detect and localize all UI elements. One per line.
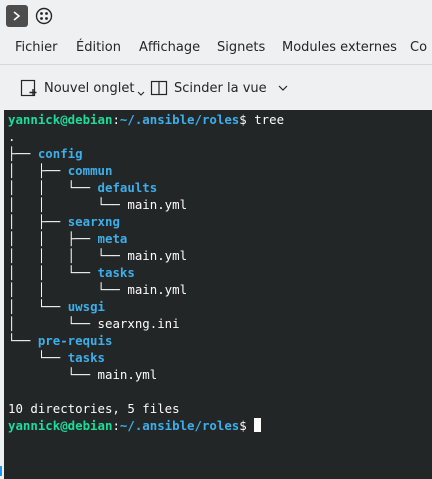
menu-overflow[interactable]: Co [410, 40, 427, 55]
tree-line: │ └── searxng.ini [8, 316, 180, 331]
title-bar [0, 0, 432, 32]
new-tab-icon [20, 79, 37, 97]
tree-summary: 10 directories, 5 files [8, 401, 180, 416]
prompt-user-host: yannick@debian [8, 112, 113, 127]
tree-line: └── pre-requis [8, 333, 113, 348]
tree-line: │ │ └── tasks [8, 265, 135, 280]
menu-file[interactable]: Fichier [15, 40, 58, 55]
prompt-line: yannick@debian:~/.ansible/roles$ tree [8, 112, 285, 127]
new-tab-button[interactable]: Nouvel onglet [20, 75, 151, 101]
chevron-down-icon [137, 91, 144, 96]
split-view-button[interactable]: Scinder la vue [150, 75, 295, 101]
tree-line: . [8, 129, 16, 144]
tree-line: └── tasks [8, 350, 105, 365]
command-text: tree [254, 112, 285, 127]
menu-bookmarks[interactable]: Signets [217, 40, 265, 55]
new-tab-label: Nouvel onglet [44, 80, 135, 96]
prompt-path: ~/.ansible/roles [119, 112, 240, 127]
split-view-icon [150, 80, 168, 96]
tree-line: │ │ ├── meta [8, 231, 128, 246]
text-cursor [254, 418, 262, 432]
tree-line: │ │ │ └── main.yml [8, 248, 188, 263]
tree-line: └── main.yml [8, 367, 158, 382]
tree-line: ├── config [8, 146, 83, 161]
tree-line: │ └── uwsgi [8, 299, 105, 314]
scroll-marker [0, 466, 2, 476]
terminal-view[interactable]: yannick@debian:~/.ansible/roles$ tree . … [4, 110, 432, 479]
chevron-down-icon [278, 85, 288, 91]
prompt-suffix: $ [239, 418, 255, 433]
menu-bar: Fichier Édition Affichage Signets Module… [0, 36, 432, 62]
menu-plugins[interactable]: Modules externes [282, 40, 397, 55]
prompt-user-host: yannick@debian [8, 418, 113, 433]
prompt-path: ~/.ansible/roles [119, 418, 240, 433]
terminal-icon[interactable] [6, 5, 28, 27]
tree-line: │ ├── searxng [8, 214, 120, 229]
prompt-suffix: $ [239, 112, 255, 127]
menu-edit[interactable]: Édition [76, 40, 121, 55]
app-menu-icon[interactable] [33, 5, 55, 27]
tree-line: │ │ └── main.yml [8, 282, 188, 297]
toolbar: Nouvel onglet Scinder la vue [0, 64, 432, 109]
tree-line: │ │ └── defaults [8, 180, 158, 195]
tree-line: │ ├── commun [8, 163, 113, 178]
prompt-line: yannick@debian:~/.ansible/roles$ [8, 417, 262, 434]
menu-view[interactable]: Affichage [139, 40, 200, 55]
split-view-label: Scinder la vue [174, 80, 267, 96]
tree-line: │ │ └── main.yml [8, 197, 188, 212]
